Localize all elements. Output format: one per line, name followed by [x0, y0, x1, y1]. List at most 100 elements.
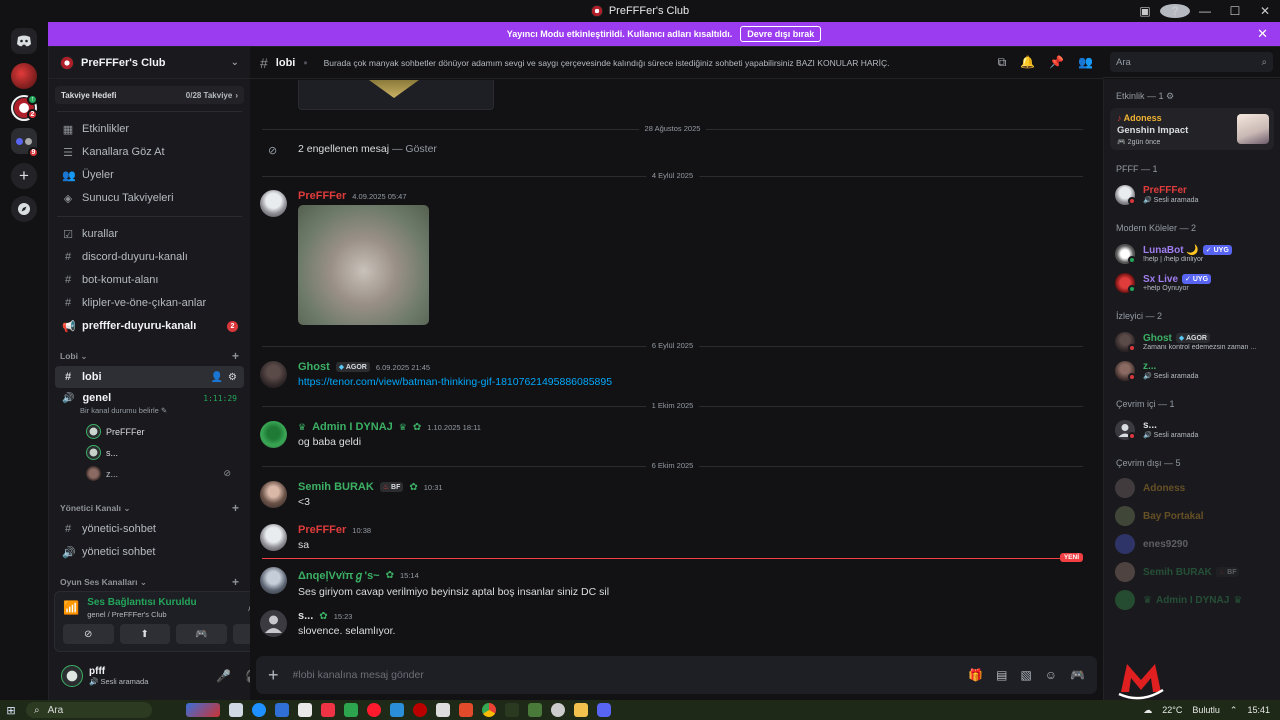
member-item[interactable]: Semih BURAK ♨ BF: [1104, 558, 1280, 586]
channel-kurallar[interactable]: ☑ kurallar: [55, 223, 244, 245]
gift-icon[interactable]: 🎁: [968, 668, 983, 682]
channel-klipler[interactable]: # klipler-ve-öne-çıkan-anlar: [55, 292, 244, 314]
edge-icon[interactable]: [252, 703, 266, 717]
author-avatar[interactable]: [260, 481, 287, 508]
channel-topic[interactable]: Burada çok manyak sohbetler dönüyor adam…: [324, 58, 890, 68]
search-input[interactable]: Ara ⌕: [1110, 52, 1273, 72]
threads-icon[interactable]: ⧉: [998, 55, 1007, 70]
channel-discord-duyuru[interactable]: # discord-duyuru-kanalı: [55, 246, 244, 268]
clock-app-icon[interactable]: [551, 703, 565, 717]
voice-user[interactable]: z... ⊘: [86, 465, 237, 482]
add-channel-icon[interactable]: +: [232, 501, 239, 515]
message-author[interactable]: PreFFFer: [298, 524, 346, 536]
message-author[interactable]: Ghost: [298, 361, 330, 373]
chevron-down-icon[interactable]: ⌄: [231, 57, 239, 68]
office-icon[interactable]: [321, 703, 335, 717]
attach-plus-icon[interactable]: +: [268, 665, 279, 686]
server-header[interactable]: PreFFFer's Club ⌄: [49, 47, 250, 79]
category-lobi[interactable]: Lobi ⌄ +: [55, 347, 244, 365]
copilot-icon[interactable]: [275, 703, 289, 717]
disable-streamer-mode-button[interactable]: Devre dışı bırak: [740, 26, 822, 42]
channel-lobi[interactable]: # lobi 👤 ⚙: [55, 366, 244, 388]
gif-icon[interactable]: ▤: [996, 668, 1007, 682]
message-author[interactable]: ΔnqeļVvïπℊ's~: [298, 567, 380, 583]
apps-icon[interactable]: 🎮: [1070, 668, 1085, 682]
close-window-button[interactable]: ✕: [1250, 4, 1280, 18]
notepad-icon[interactable]: [298, 703, 312, 717]
member-list-icon[interactable]: 👥: [1078, 55, 1093, 70]
user-name[interactable]: pfff: [89, 666, 148, 677]
author-avatar[interactable]: [260, 421, 287, 448]
show-blocked-link[interactable]: Göster: [405, 143, 437, 155]
taskbar-search[interactable]: ⌕ Ara: [26, 702, 152, 718]
user-avatar[interactable]: [61, 665, 83, 687]
sticker-icon[interactable]: ▧: [1020, 668, 1031, 682]
voice-connected-subtitle[interactable]: genel / PreFFFer's Club: [87, 610, 240, 619]
discover-icon[interactable]: [11, 196, 37, 222]
message-author[interactable]: Admin I DYNAJ: [312, 421, 393, 433]
app-icon[interactable]: [344, 703, 358, 717]
inbox-icon[interactable]: ▣: [1130, 4, 1160, 18]
member-item[interactable]: s... 🔊 Sesli aramada: [1104, 415, 1280, 444]
activity-card[interactable]: ♪ Adoness Genshin Impact 🎮 2gün önce: [1110, 108, 1274, 150]
nav-members[interactable]: 👥 Üyeler: [55, 164, 244, 186]
channel-prefffer-duyuru[interactable]: 📢 prefffer-duyuru-kanalı 2: [55, 315, 244, 337]
member-item[interactable]: enes9290: [1104, 530, 1280, 558]
screen-share-button[interactable]: ⬆: [119, 624, 170, 644]
camera-off-button[interactable]: ⊘: [63, 624, 114, 644]
member-item[interactable]: Adoness: [1104, 474, 1280, 502]
app-icon[interactable]: [528, 703, 542, 717]
server-icon-1[interactable]: [11, 63, 37, 89]
nav-server-boosts[interactable]: ◈ Sunucu Takviyeleri: [55, 187, 244, 209]
taskbar-widget-icon[interactable]: [186, 703, 220, 717]
discord-home-icon[interactable]: [11, 28, 37, 54]
nav-events[interactable]: ▦ Etkinlikler: [55, 118, 244, 140]
member-item[interactable]: Bay Portakal: [1104, 502, 1280, 530]
gif-attachment[interactable]: [298, 205, 429, 325]
channel-bot-komut[interactable]: # bot-komut-alanı: [55, 269, 244, 291]
voice-channel-genel[interactable]: 🔊 genel 1:11:29 Bir kanal durumu belirle…: [55, 389, 244, 485]
member-item[interactable]: z... 🔊 Sesli aramada: [1104, 356, 1280, 385]
opera-gx-icon[interactable]: [413, 703, 427, 717]
add-server-icon[interactable]: +: [11, 163, 37, 189]
gear-icon[interactable]: ⚙: [1166, 91, 1174, 101]
boost-goal[interactable]: Takviye Hedefi 0/28 Takviye ›: [55, 86, 244, 104]
category-oyun-ses[interactable]: Oyun Ses Kanalları ⌄ +: [55, 573, 244, 591]
weather-desc[interactable]: Bulutlu: [1192, 705, 1220, 715]
nav-browse-channels[interactable]: ☰ Kanallara Göz At: [55, 141, 244, 163]
pin-icon[interactable]: 📌: [1049, 55, 1064, 70]
message-link[interactable]: https://tenor.com/view/batman-thinking-g…: [298, 376, 1083, 388]
activities-button[interactable]: 🎮: [176, 624, 227, 644]
invite-icon[interactable]: 👤: [211, 372, 223, 383]
member-item[interactable]: Sx Live ✓ UYG +help Oynuyor: [1104, 268, 1280, 297]
pencil-icon[interactable]: ✎: [161, 406, 167, 415]
channel-yonetici-voice[interactable]: 🔊 yönetici sohbet: [55, 541, 244, 563]
blocked-messages[interactable]: ⊘ 2 engellenen mesaj — Göster: [260, 143, 1083, 157]
member-item[interactable]: LunaBot 🌙 ✓ UYG !help | /help dinliyor: [1104, 239, 1280, 268]
channel-yonetici-sohbet[interactable]: # yönetici-sohbet: [55, 518, 244, 540]
close-banner-icon[interactable]: ✕: [1257, 26, 1268, 42]
signal-icon[interactable]: 📶: [63, 600, 79, 616]
member-item[interactable]: PreFFFer 🔊 Sesli aramada: [1104, 180, 1280, 209]
microphone-icon[interactable]: 🎤: [216, 669, 231, 683]
bell-icon[interactable]: 🔔: [1020, 55, 1035, 70]
voice-user[interactable]: s...: [86, 444, 237, 461]
weather-temp[interactable]: 22°C: [1162, 705, 1182, 715]
previous-attachment[interactable]: [298, 80, 494, 110]
author-avatar[interactable]: [260, 610, 287, 637]
minimize-button[interactable]: —: [1190, 4, 1220, 18]
add-channel-icon[interactable]: +: [232, 349, 239, 363]
emoji-icon[interactable]: ☺: [1045, 668, 1057, 682]
maximize-button[interactable]: ☐: [1220, 4, 1250, 18]
app-icon[interactable]: [436, 703, 450, 717]
taskbar-clock[interactable]: 15:41: [1247, 705, 1270, 715]
file-explorer-icon[interactable]: [574, 703, 588, 717]
add-channel-icon[interactable]: +: [232, 575, 239, 589]
app-icon[interactable]: [459, 703, 473, 717]
opera-icon[interactable]: [367, 703, 381, 717]
message-author[interactable]: Semih BURAK: [298, 481, 374, 493]
member-item[interactable]: Ghost ◆ AGOR Zamanı kontrol edemezsin zama…: [1104, 327, 1280, 356]
help-icon[interactable]: ?: [1160, 3, 1190, 18]
task-view-icon[interactable]: [229, 703, 243, 717]
category-admin[interactable]: Yönetici Kanalı ⌄ +: [55, 499, 244, 517]
